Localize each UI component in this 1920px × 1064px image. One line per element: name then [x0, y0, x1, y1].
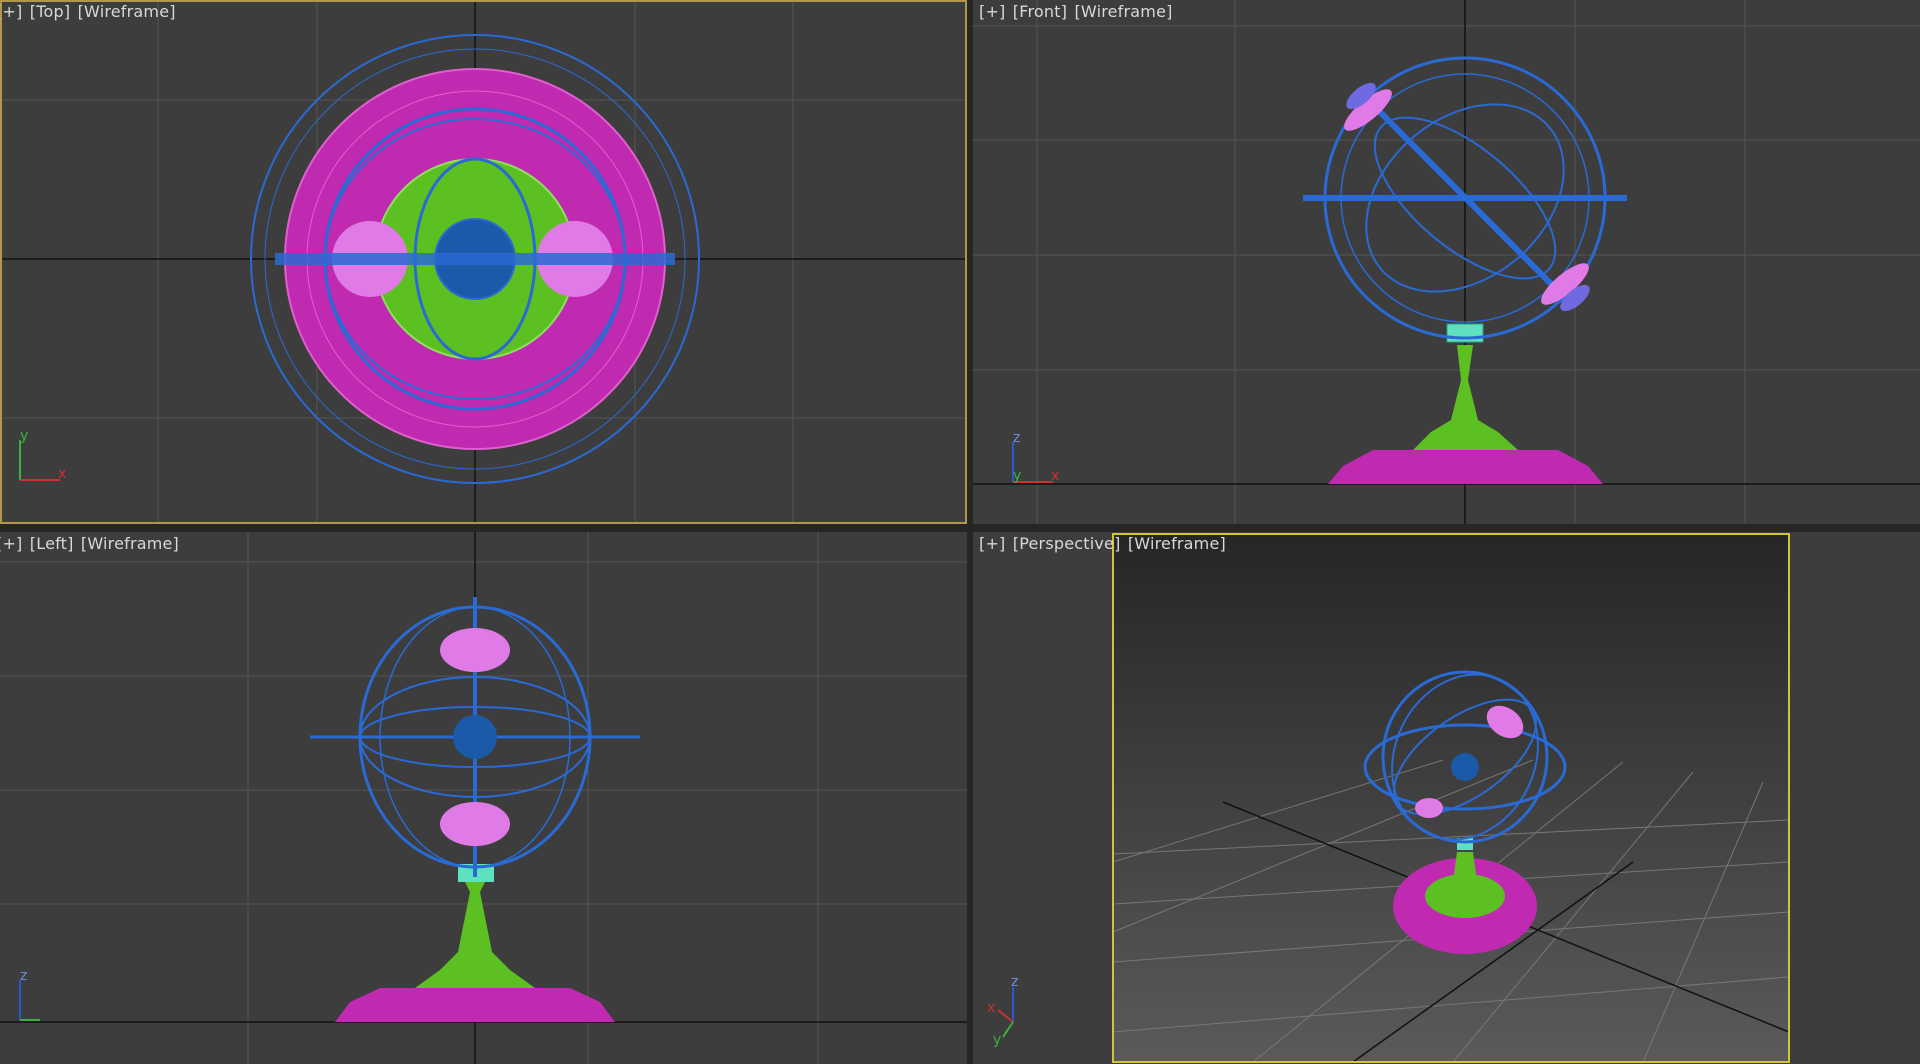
- top-viewport-menu[interactable]: [+]: [0, 2, 23, 21]
- perspective-view-label[interactable]: [Perspective]: [1013, 534, 1121, 553]
- armillary-top-wire: [250, 34, 700, 484]
- top-view-canvas[interactable]: y x: [0, 0, 967, 524]
- persp-axis-b-label: x: [987, 1000, 995, 1016]
- top-viewport-label: [+] [Top] [Wireframe]: [0, 2, 178, 21]
- front-axis-c-label: x: [1051, 468, 1059, 484]
- viewport-perspective[interactable]: z x y [+] [Perspective] [Wireframe]: [973, 532, 1920, 1064]
- viewport-layout: y x [+] [Top] [Wireframe]: [0, 0, 1920, 1064]
- front-axis-tripod-icon: z y x: [1012, 430, 1059, 484]
- perspective-view-canvas[interactable]: z x y: [973, 532, 1920, 1064]
- perspective-axis-tripod-icon: z x y: [987, 974, 1018, 1048]
- perspective-shading-label[interactable]: [Wireframe]: [1128, 534, 1226, 553]
- persp-axis-a-label: z: [1011, 974, 1018, 990]
- left-axis-a-label: z: [20, 968, 27, 984]
- top-shading-label[interactable]: [Wireframe]: [78, 2, 176, 21]
- front-shading-label[interactable]: [Wireframe]: [1074, 2, 1172, 21]
- perspective-viewport-label: [+] [Perspective] [Wireframe]: [979, 534, 1228, 553]
- persp-axis-c-label: y: [993, 1032, 1001, 1048]
- front-axis-a-label: z: [1013, 430, 1020, 446]
- armillary-left-wire: [310, 597, 640, 1022]
- front-axis-b-label: y: [1013, 468, 1021, 484]
- left-view-label[interactable]: [Left]: [30, 534, 74, 553]
- front-view-canvas[interactable]: z y x: [973, 0, 1920, 524]
- top-axis-tripod-icon: y x: [19, 428, 66, 482]
- viewport-front[interactable]: z y x [+] [Front] [Wireframe]: [973, 0, 1920, 524]
- front-view-label[interactable]: [Front]: [1013, 2, 1067, 21]
- top-axis-a-label: y: [20, 428, 28, 444]
- front-viewport-menu[interactable]: [+]: [979, 2, 1006, 21]
- left-view-canvas[interactable]: z: [0, 532, 967, 1064]
- left-shading-label[interactable]: [Wireframe]: [81, 534, 179, 553]
- top-view-label[interactable]: [Top]: [30, 2, 70, 21]
- viewport-left[interactable]: z [+] [Left] [Wireframe]: [0, 532, 967, 1064]
- left-viewport-menu[interactable]: [+]: [0, 534, 23, 553]
- perspective-viewport-menu[interactable]: [+]: [979, 534, 1006, 553]
- left-axis-tripod-icon: z: [19, 968, 40, 1021]
- safe-frame-area: [1113, 534, 1789, 1062]
- left-viewport-label: [+] [Left] [Wireframe]: [0, 534, 181, 553]
- viewport-top[interactable]: y x [+] [Top] [Wireframe]: [0, 0, 967, 524]
- front-viewport-label: [+] [Front] [Wireframe]: [979, 2, 1175, 21]
- top-axis-b-label: x: [58, 466, 66, 482]
